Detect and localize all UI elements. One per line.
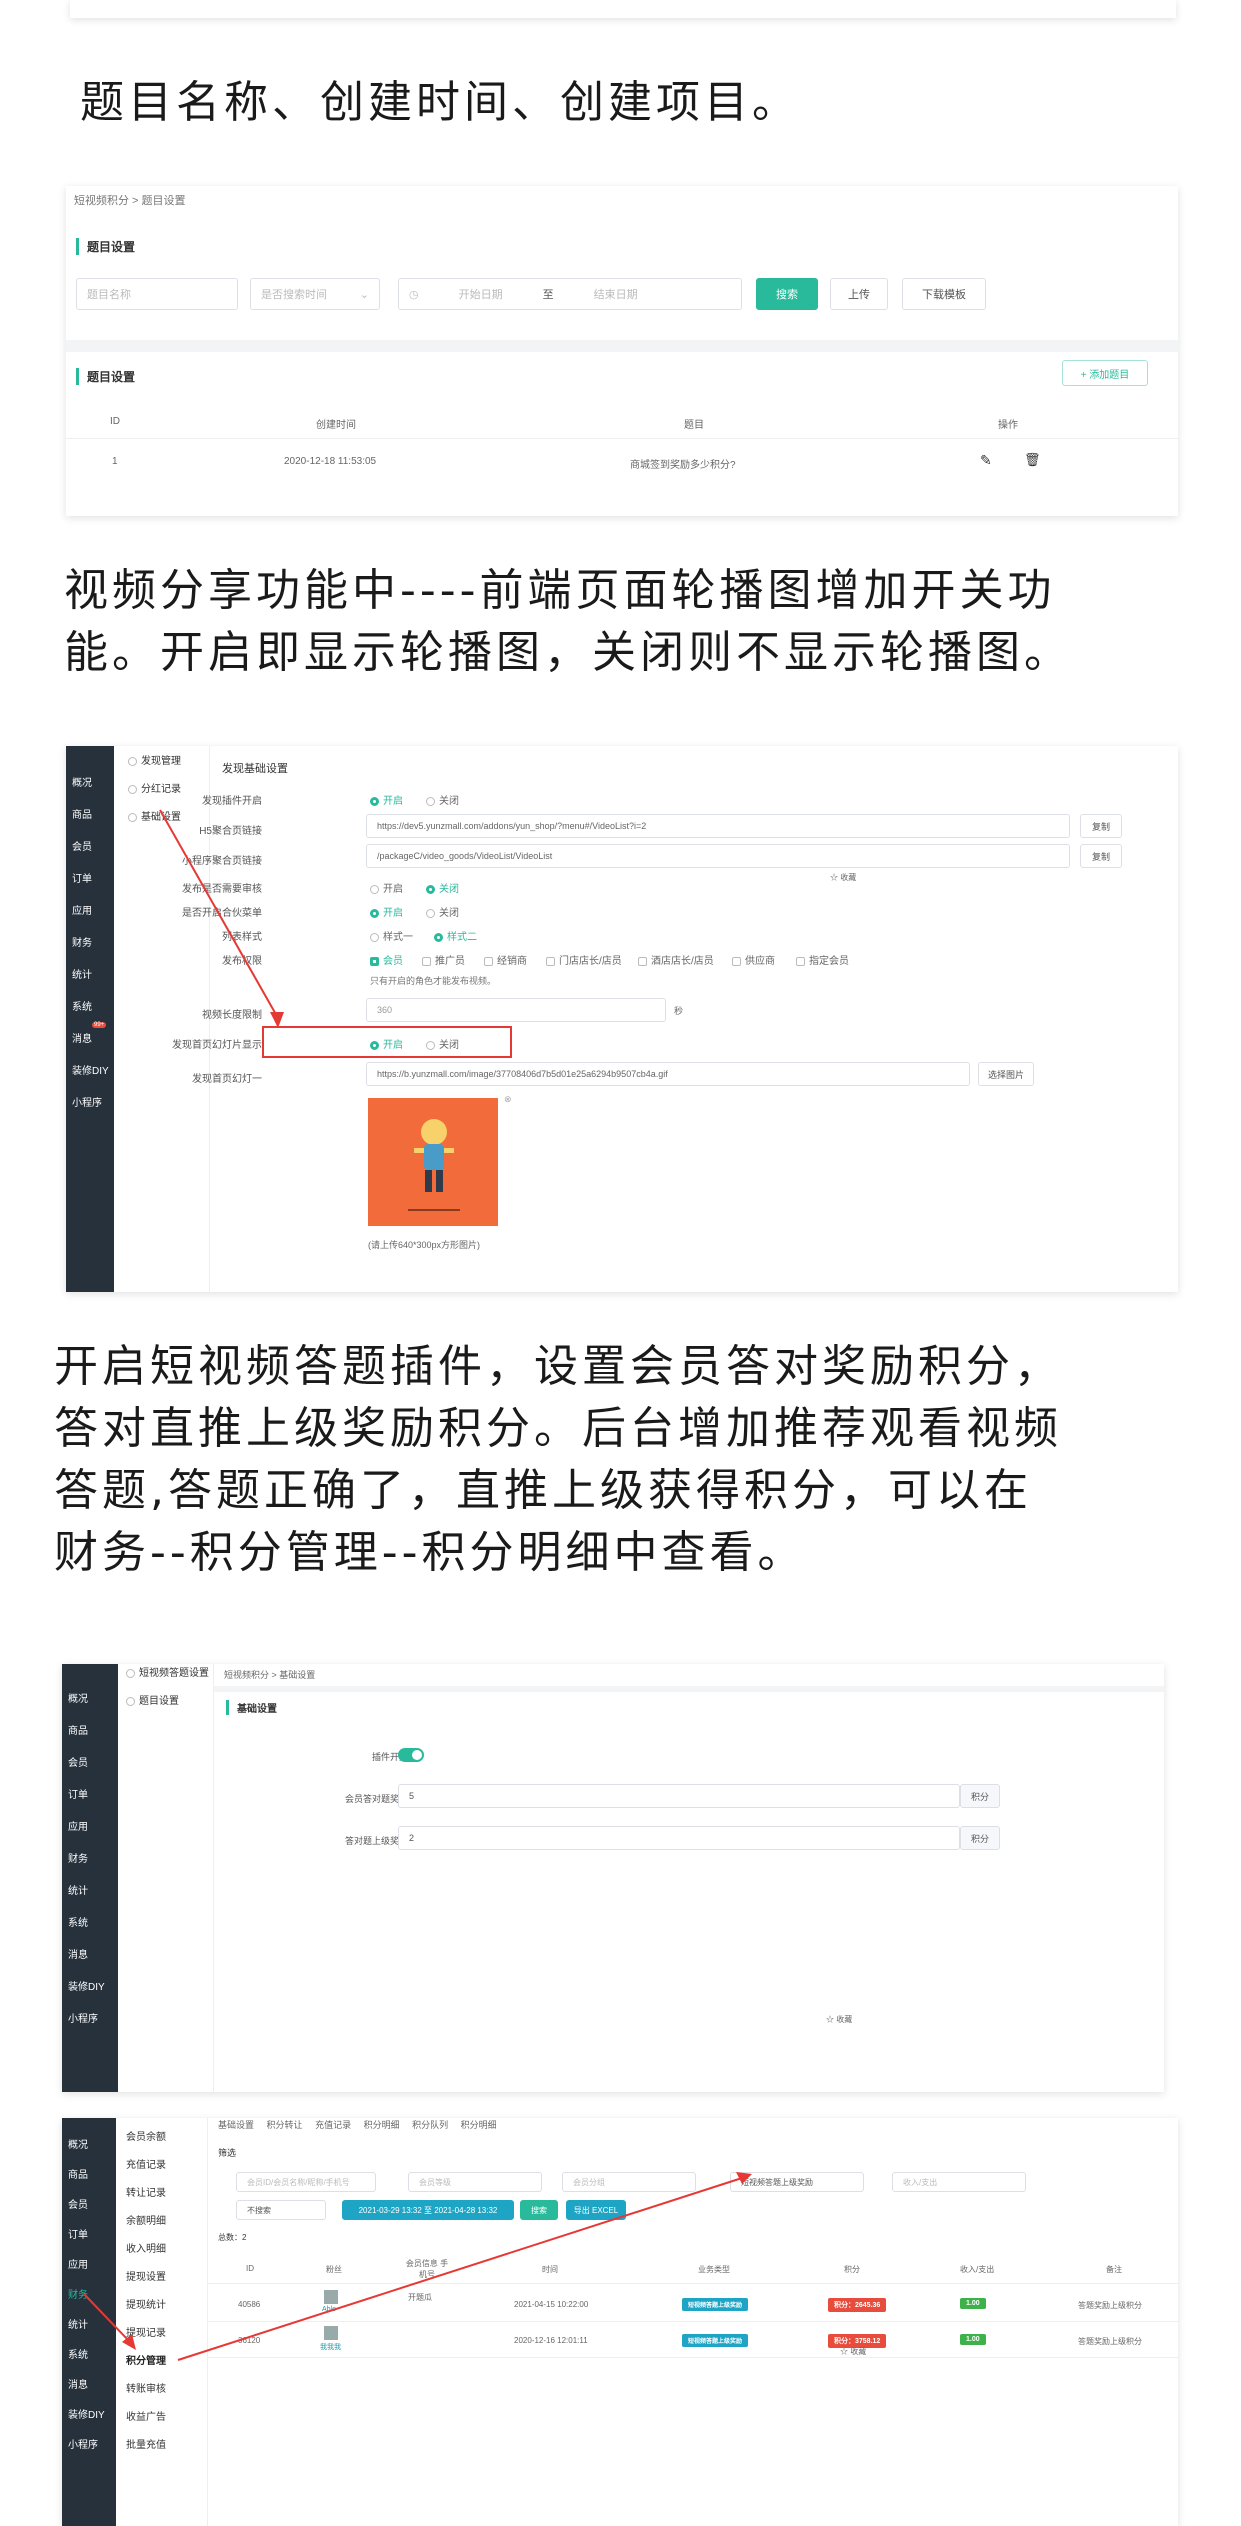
breadcrumb: 短视频积分 > 题目设置 xyxy=(74,195,186,207)
annotation-arrows-icon xyxy=(83,2172,752,2361)
caption-3-line-2: 答对直推上级奖励积分。后台增加推荐观看视频 xyxy=(54,1403,1062,1454)
caption-2-line-1: 视频分享功能中----前端页面轮播图增加开关功 xyxy=(64,565,1056,616)
sidebar-item-system[interactable]: 系统 xyxy=(68,1914,88,1929)
caption-3: 开启短视频答题插件，设置会员答对奖励积分， 答对直推上级奖励积分。后台增加推荐观… xyxy=(54,1336,1062,1584)
parent-unit: 积分 xyxy=(960,1826,1000,1850)
member-reward-input[interactable]: 5 xyxy=(398,1784,960,1808)
clock-icon: ◷ xyxy=(409,288,419,301)
row-time: 2020-12-18 11:53:05 xyxy=(284,456,377,467)
range-separator: 至 xyxy=(542,289,554,301)
question-name-input[interactable]: 题目名称 xyxy=(76,278,238,310)
submenu-panel: 短视频答题设置 题目设置 xyxy=(118,1664,214,2092)
admin-sidebar: 概况 商品 会员 订单 应用 财务 统计 系统 消息 装修DIY 小程序 xyxy=(62,1664,118,2092)
toggle-knob xyxy=(412,1750,422,1760)
row-id: 1 xyxy=(112,456,118,467)
points-detail-screenshot: 概况 商品 会员 订单 应用 财务 统计 系统 消息 装修DIY 小程序 会员余… xyxy=(62,2118,1178,2526)
sidebar-item-orders[interactable]: 订单 xyxy=(68,1786,88,1801)
section-title: 基础设置 xyxy=(226,1700,277,1715)
parent-reward-input[interactable]: 2 xyxy=(398,1826,960,1850)
date-range-input[interactable]: ◷ 开始日期 至 结束日期 xyxy=(398,278,742,310)
start-date: 开始日期 xyxy=(458,289,503,301)
col-question: 题目 xyxy=(684,420,704,431)
sidebar-item-overview[interactable]: 概况 xyxy=(68,1690,88,1705)
table-header-line xyxy=(66,438,1178,439)
quiz-basic-settings-screenshot: 概况 商品 会员 订单 应用 财务 统计 系统 消息 装修DIY 小程序 短视频… xyxy=(62,1664,1164,2092)
col-id: ID xyxy=(110,416,120,427)
sidebar-item-finance[interactable]: 财务 xyxy=(68,1850,88,1865)
caption-2: 视频分享功能中----前端页面轮播图增加开关功 能。开启即显示轮播图，关闭则不显… xyxy=(64,560,1072,684)
edit-icon[interactable]: ✎ xyxy=(980,452,992,469)
trash-icon[interactable]: 🗑 xyxy=(1024,452,1041,468)
sidebar-item-diy[interactable]: 装修DIY xyxy=(68,1978,105,1993)
plugin-toggle[interactable] xyxy=(398,1748,424,1762)
caption-3-line-4: 财务--积分管理--积分明细中查看。 xyxy=(54,1527,806,1578)
sidebar-item-messages[interactable]: 消息 xyxy=(68,1946,88,1961)
collect-link[interactable]: ☆ 收藏 xyxy=(826,2014,852,2025)
col-actions: 操作 xyxy=(998,420,1018,431)
submenu-quiz-settings[interactable]: 短视频答题设置 xyxy=(126,1664,209,1679)
header-line xyxy=(214,1686,1164,1692)
caption-3-line-3: 答题,答题正确了，直推上级获得积分，可以在 xyxy=(54,1465,1032,1516)
end-date: 结束日期 xyxy=(593,289,638,301)
list-title: 题目设置 xyxy=(76,368,135,385)
caption-1: 题目名称、创建时间、创建项目。 xyxy=(80,77,800,128)
annotation-arrow-icon xyxy=(159,809,284,1028)
breadcrumb: 短视频积分 > 基础设置 xyxy=(224,1670,316,1680)
sidebar-item-apps[interactable]: 应用 xyxy=(68,1818,88,1833)
search-time-select[interactable]: 是否搜索时间 ⌄ xyxy=(250,278,380,310)
sidebar-item-goods[interactable]: 商品 xyxy=(68,1722,88,1737)
sidebar-item-miniapp[interactable]: 小程序 xyxy=(68,2010,98,2025)
section-title: 题目设置 xyxy=(76,238,135,255)
add-question-button[interactable]: + 添加题目 xyxy=(1062,360,1148,386)
download-template-button[interactable]: 下载模板 xyxy=(902,278,986,310)
submenu-question-settings[interactable]: 题目设置 xyxy=(126,1692,179,1707)
chevron-down-icon: ⌄ xyxy=(359,288,369,301)
search-button[interactable]: 搜索 xyxy=(756,278,818,310)
question-settings-screenshot: 短视频积分 > 题目设置 题目设置 题目名称 是否搜索时间 ⌄ ◷ 开始日期 至 … xyxy=(66,186,1178,516)
divider xyxy=(66,340,1178,352)
member-unit: 积分 xyxy=(960,1784,1000,1808)
discover-settings-screenshot: 概况 商品 会员 订单 应用 财务 统计 系统 99+ 消息 装修DIY 小程序… xyxy=(66,746,1178,1292)
caption-3-line-1: 开启短视频答题插件，设置会员答对奖励积分， xyxy=(54,1341,1062,1392)
previous-screenshot-bottom xyxy=(70,0,1176,18)
caption-2-line-2: 能。开启即显示轮播图，关闭则不显示轮播图。 xyxy=(64,627,1072,678)
upload-button[interactable]: 上传 xyxy=(830,278,888,310)
sidebar-item-members[interactable]: 会员 xyxy=(68,1754,88,1769)
sidebar-item-stats[interactable]: 统计 xyxy=(68,1882,88,1897)
row-question: 商城签到奖励多少积分? xyxy=(630,460,736,471)
search-time-value: 是否搜索时间 xyxy=(261,289,327,301)
col-created: 创建时间 xyxy=(316,420,356,431)
